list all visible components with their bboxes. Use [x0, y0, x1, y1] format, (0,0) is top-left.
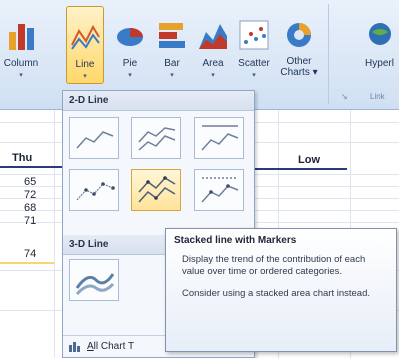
section-header-2d-line: 2-D Line: [63, 91, 254, 111]
gallery-item-stacked-line-markers[interactable]: [131, 169, 181, 211]
links-group-label: Link: [370, 92, 385, 101]
bar-dropdown-arrow: ▾: [170, 72, 174, 79]
line-label: Line: [75, 59, 95, 70]
bar-chart-button[interactable]: Bar ▾: [152, 6, 192, 80]
column-header-low: Low: [298, 154, 320, 166]
pie-label: Pie: [122, 58, 138, 69]
cell-value[interactable]: 68: [24, 202, 36, 214]
tooltip-suggestion: Consider using a stacked area chart inst…: [182, 288, 370, 299]
chart-type-tooltip: Stacked line with Markers Display the tr…: [165, 228, 397, 352]
area-dropdown-arrow: ▾: [211, 72, 215, 79]
column-chart-button[interactable]: Column ▾: [0, 6, 42, 80]
hyperlink-label: Hyperl: [365, 58, 394, 69]
column-dropdown-arrow: ▾: [19, 72, 23, 79]
cell-value[interactable]: 74: [24, 248, 36, 260]
grid-line: [54, 110, 55, 358]
donut-chart-icon: [284, 20, 314, 53]
gallery-item-stacked-line[interactable]: [131, 117, 181, 159]
tooltip-title: Stacked line with Markers: [174, 235, 297, 246]
area-chart-icon: [198, 20, 228, 53]
scatter-chart-icon: [239, 20, 269, 53]
gallery-item-100-stacked-line[interactable]: [194, 117, 244, 159]
all-chart-types-underlined: A: [87, 341, 94, 352]
row-highlight: [0, 262, 54, 264]
line-dropdown-arrow: ▾: [83, 73, 87, 80]
pie-chart-icon: [115, 20, 145, 53]
gallery-item-3d-line[interactable]: [69, 259, 119, 301]
other-charts-label: Other Charts ▾: [280, 56, 318, 78]
area-label: Area: [202, 58, 224, 69]
cell-value[interactable]: 65: [24, 176, 36, 188]
header-underline: [255, 168, 347, 170]
pie-chart-button[interactable]: Pie ▾: [110, 6, 150, 80]
scatter-dropdown-arrow: ▾: [252, 72, 256, 79]
column-header-thu: Thu: [12, 152, 33, 164]
chart-types-icon: [68, 340, 82, 355]
line-chart-button[interactable]: Line ▾: [66, 6, 104, 84]
all-chart-types-label: ll Chart T: [93, 341, 135, 352]
gallery-item-line[interactable]: [69, 117, 119, 159]
gallery-item-100-stacked-line-markers[interactable]: [194, 169, 244, 211]
tooltip-description: Display the trend of the contribution of…: [182, 254, 366, 277]
hyperlink-button[interactable]: Hyperl: [360, 6, 399, 80]
other-charts-button[interactable]: Other Charts ▾: [276, 6, 322, 80]
pie-dropdown-arrow: ▾: [128, 72, 132, 79]
gallery-item-line-markers[interactable]: [69, 169, 119, 211]
cell-value[interactable]: 71: [24, 215, 36, 227]
column-chart-icon: [6, 20, 36, 53]
globe-icon: [366, 20, 394, 51]
scatter-chart-button[interactable]: Scatter ▾: [234, 6, 274, 80]
area-chart-button[interactable]: Area ▾: [192, 6, 234, 80]
cell-value[interactable]: 72: [24, 189, 36, 201]
column-label: Column: [3, 58, 39, 69]
header-underline: [0, 166, 62, 168]
line-chart-icon: [70, 21, 100, 54]
bar-chart-icon: [157, 20, 187, 53]
group-separator: [328, 4, 329, 104]
scatter-label: Scatter: [238, 58, 270, 69]
bar-label: Bar: [164, 58, 180, 69]
dialog-launcher-icon[interactable]: ↘: [341, 92, 348, 101]
